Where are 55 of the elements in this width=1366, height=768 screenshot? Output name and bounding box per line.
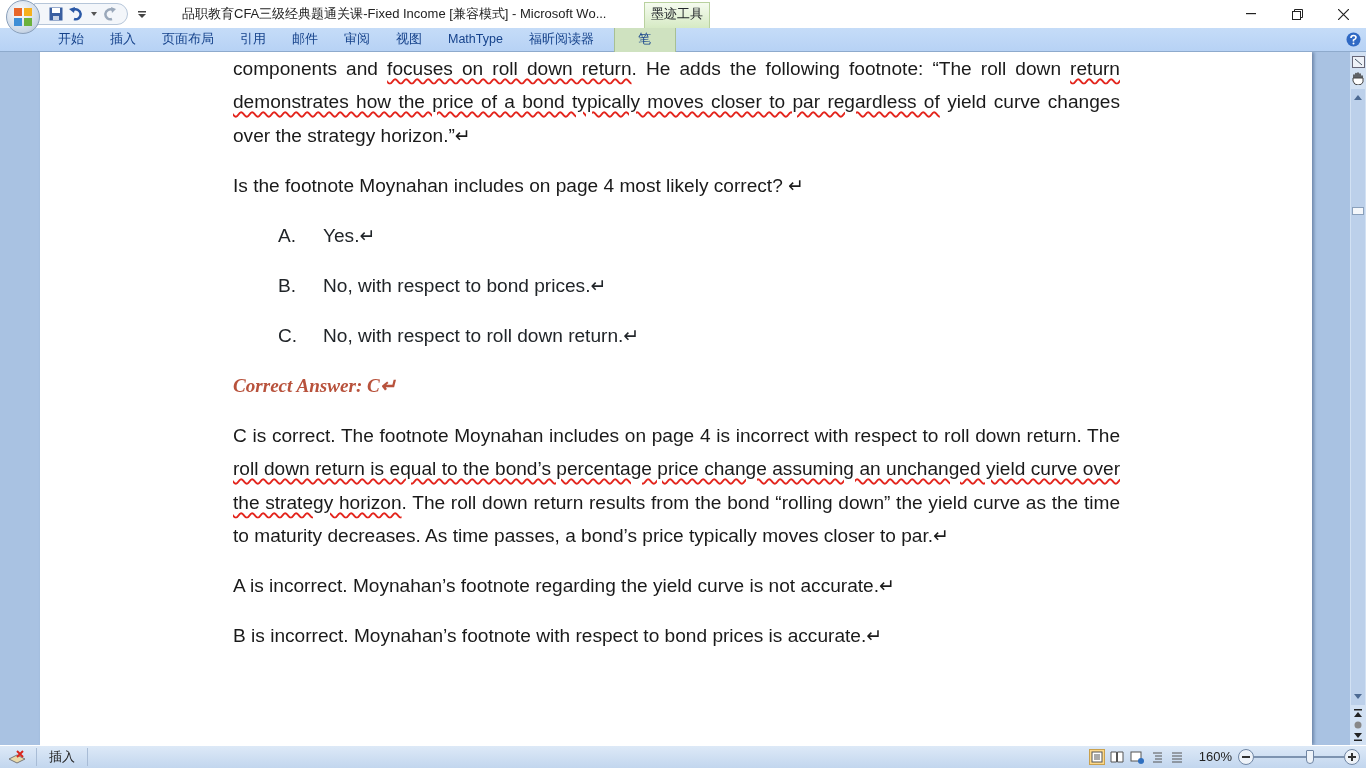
minus-icon [1242,756,1250,758]
paragraph: A is incorrect. Moynahan’s footnote regarding the yield curve is not accurate.↵ [233,574,896,598]
web-layout-view-button[interactable] [1128,749,1145,765]
scroll-up-icon[interactable] [1354,95,1362,100]
scrollbar-thumb[interactable] [1352,207,1364,215]
minimize-icon [1246,13,1256,15]
ribbon-tab[interactable]: 审阅 [344,30,370,49]
window-title: 品职教育CFA三级经典题通关课-Fixed Income [兼容模式] - Microsoft Wo... [182,5,607,24]
ribbon-tab[interactable]: 引用 [240,30,266,49]
undo-icon[interactable] [69,7,85,21]
close-icon [1337,8,1349,20]
option-text: No, with respect to roll down return.↵ [323,323,640,348]
zoom-out-button[interactable] [1238,749,1254,765]
vertical-scrollbar[interactable] [1351,89,1365,705]
redo-icon[interactable] [103,7,117,21]
ruler-toggle-icon[interactable] [1351,56,1365,68]
scroll-down-icon[interactable] [1354,694,1362,699]
ribbon-tab[interactable]: 视图 [396,30,422,49]
ribbon-tab[interactable]: MathType [448,30,503,49]
paragraph: components and focuses on roll down return. He adds the following footnote: “The roll down return demonstrates how the price of a bond typically moves closer to par regardless of yield curve changes over the strategy horizon.”↵ [233,56,1120,148]
paragraph: Is the footnote Moynahan includes on page 4 most likely correct? ↵ [233,173,806,198]
ribbon-tab[interactable]: 福昕阅读器 [528,30,594,49]
option-letter: B. [278,273,298,298]
zoom-slider-thumb[interactable] [1305,750,1314,764]
zoom-level[interactable]: 160% [1198,747,1232,767]
browse-object-icon[interactable] [1354,721,1362,729]
proofing-error-icon[interactable] [8,749,26,765]
office-logo-icon [13,7,33,27]
insert-mode-indicator[interactable]: 插入 [36,747,88,767]
customize-caret-icon[interactable] [138,10,146,18]
ribbon-tab[interactable]: 邮件 [292,30,318,49]
restore-icon [1291,8,1303,20]
option-text: Yes.↵ [323,223,376,248]
paragraph: B is incorrect. Moynahan’s footnote with respect to bond prices is accurate.↵ [233,624,884,648]
correct-answer-heading: Correct Answer: C↵ [233,373,397,398]
context-tab-group-label: 墨迹工具 [644,2,711,28]
help-icon[interactable] [1346,32,1361,47]
option-letter: C. [278,323,299,348]
option-text: No, with respect to bond prices.↵ [323,273,607,298]
ribbon-tab[interactable]: 插入 [110,30,136,49]
paragraph: C is correct. The footnote Moynahan includes on page 4 is incorrect with respect to roll down return. The roll down return is equal to the bond’s percentage price change assuming an unchanged yield curve over the strategy horizon. The roll down return results from the bond “rolling down” the yield curve as the time to maturity decreases. As time passes, a bond’s price typically moves closer to par.↵ [233,423,1120,548]
zoom-slider[interactable] [1254,750,1344,764]
dropdown-caret-icon[interactable] [91,12,97,16]
ribbon-tab[interactable]: 页面布局 [162,30,214,49]
office-button[interactable] [6,0,40,34]
hand-icon[interactable] [1352,72,1364,85]
previous-page-icon[interactable] [1354,709,1362,717]
next-page-icon[interactable] [1354,733,1362,741]
save-icon[interactable] [49,7,63,21]
option-letter: A. [278,223,298,248]
ribbon-tab[interactable]: 开始 [58,30,84,49]
reading-view-button[interactable] [1108,749,1125,765]
zoom-in-button[interactable] [1344,749,1360,765]
plus-icon [1348,753,1356,761]
ribbon-tab[interactable]: 笔 [613,27,676,52]
